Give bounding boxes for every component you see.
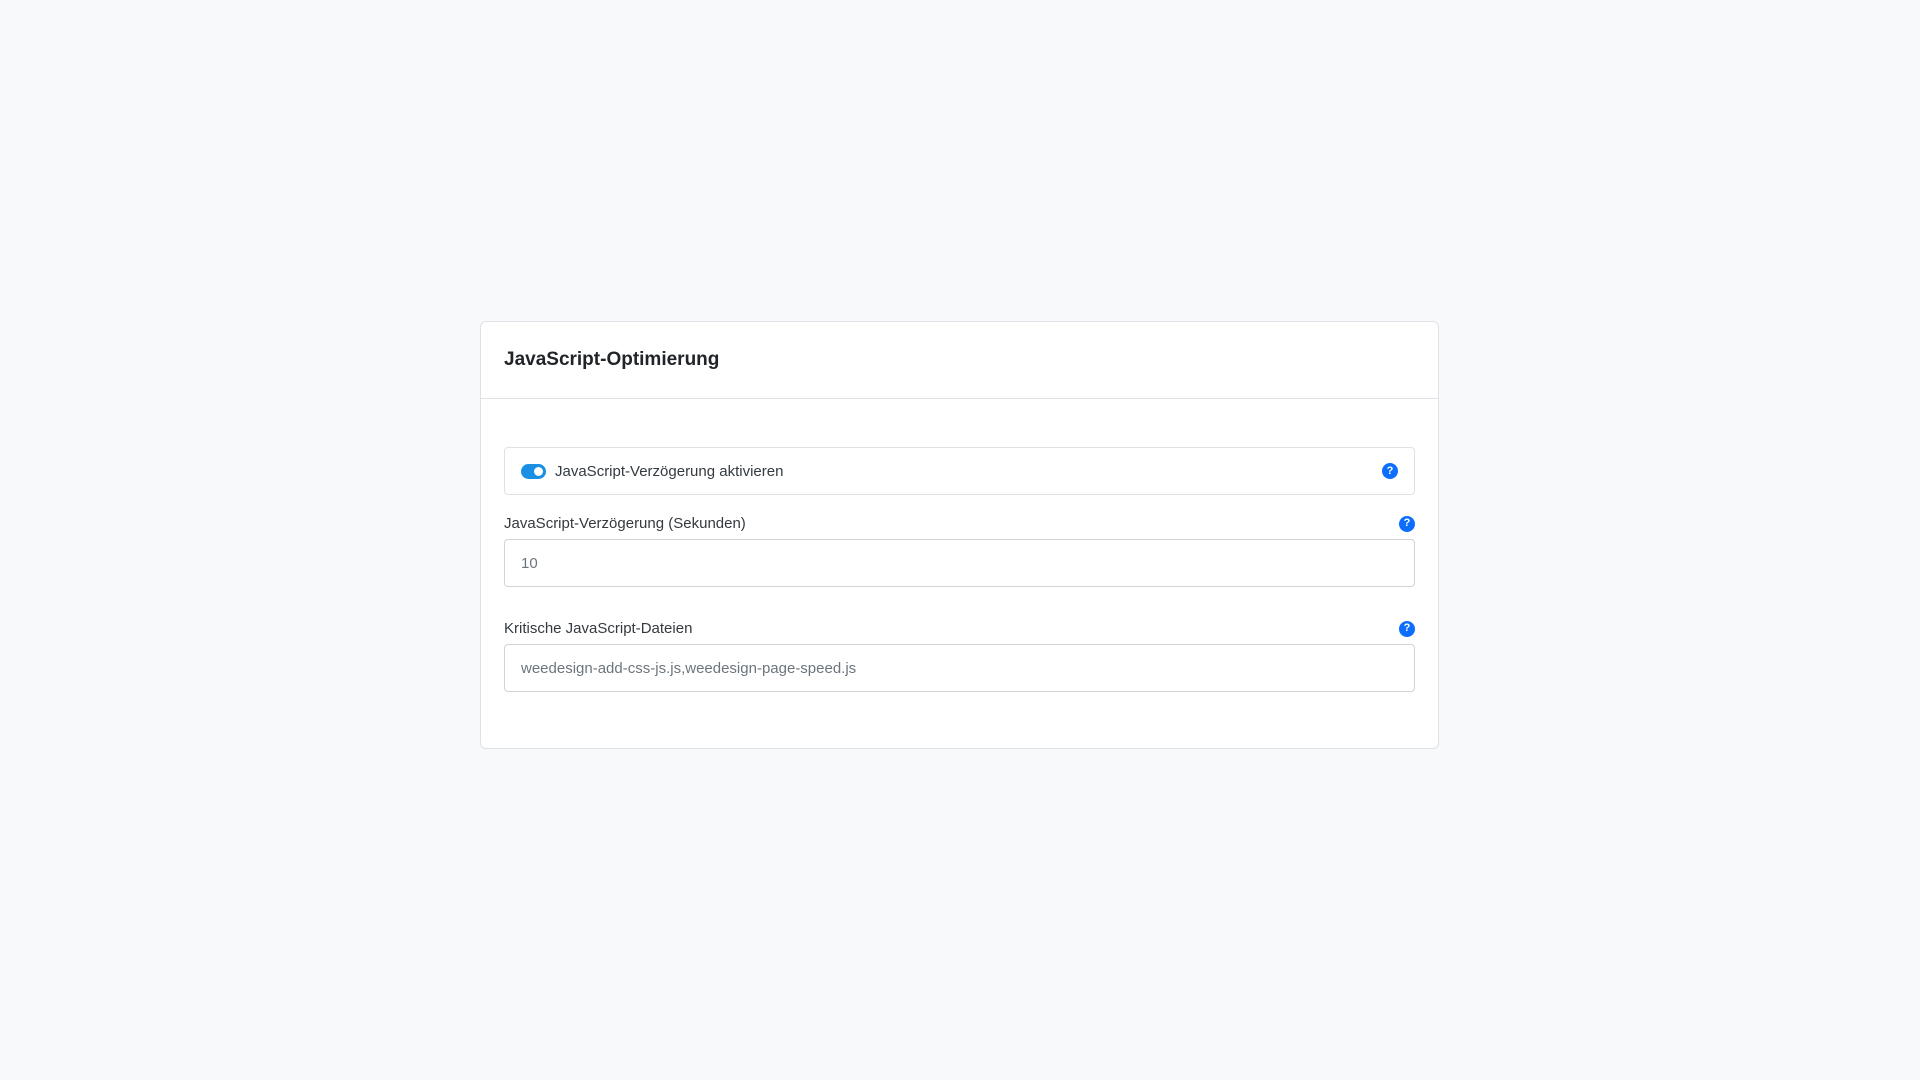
question-circle-icon[interactable]: ? — [1382, 463, 1398, 479]
card-header: JavaScript-Optimierung — [481, 322, 1438, 399]
question-circle-icon[interactable]: ? — [1399, 620, 1415, 637]
toggle-knob — [534, 466, 543, 476]
card-body: JavaScript-Verzögerung aktivieren ? Java… — [481, 399, 1438, 692]
delay-toggle-label[interactable]: JavaScript-Verzögerung aktivieren — [555, 463, 783, 480]
settings-card: JavaScript-Optimierung JavaScript-Verzög… — [480, 321, 1439, 749]
critical-files-label-row: Kritische JavaScript-Dateien ? — [504, 620, 1415, 637]
card-title: JavaScript-Optimierung — [504, 349, 720, 370]
critical-files-input[interactable] — [504, 644, 1415, 692]
delay-toggle-row: JavaScript-Verzögerung aktivieren ? — [504, 447, 1415, 495]
delay-seconds-label: JavaScript-Verzögerung (Sekunden) — [504, 515, 746, 532]
delay-seconds-label-row: JavaScript-Verzögerung (Sekunden) ? — [504, 515, 1415, 532]
question-circle-icon[interactable]: ? — [1399, 515, 1415, 532]
delay-seconds-field: JavaScript-Verzögerung (Sekunden) ? — [504, 515, 1415, 587]
critical-files-field: Kritische JavaScript-Dateien ? — [504, 620, 1415, 692]
critical-files-label: Kritische JavaScript-Dateien — [504, 620, 693, 637]
delay-toggle-switch[interactable] — [521, 463, 546, 479]
delay-seconds-input[interactable] — [504, 539, 1415, 587]
